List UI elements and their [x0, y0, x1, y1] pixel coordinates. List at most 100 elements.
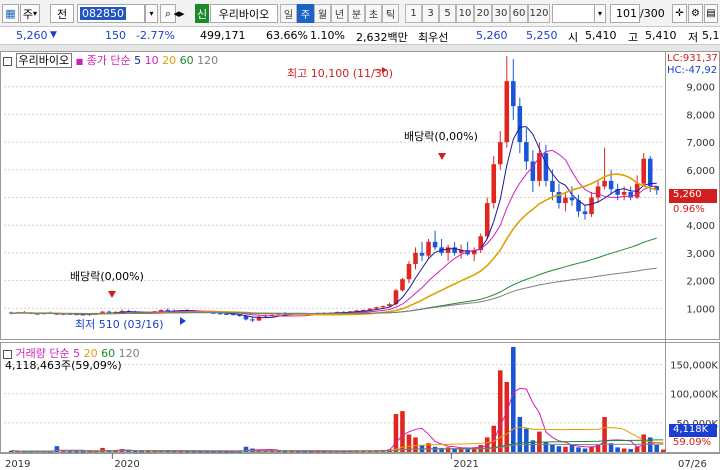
count-input[interactable]: 101 [610, 4, 640, 23]
x-tick-label: 2021 [453, 459, 478, 470]
volume-tick-label: 100,000K [670, 390, 718, 401]
ma-5: 5 [134, 54, 142, 67]
quote-high-label: 고 [628, 31, 639, 44]
settings-icon[interactable]: ⚙ [688, 4, 703, 23]
quote-amount: 2,632백만 [356, 31, 408, 44]
quote-flag: 최우선 [418, 31, 449, 44]
code-input-value: 082850 [80, 7, 126, 20]
price-tick-label: 9,000 [686, 83, 715, 94]
high-annotation: 최고 10,100 (11/30) [287, 67, 394, 80]
volume-bar [113, 451, 118, 453]
volume-bar [132, 451, 138, 453]
volume-bar [628, 449, 633, 452]
volume-bar [504, 382, 510, 452]
volume-bar [511, 347, 516, 452]
price-tick-label: 1,000 [686, 304, 715, 315]
quote-ask: 5,260 [476, 29, 508, 42]
prev-next-icon[interactable]: ◂▸ [166, 4, 192, 23]
price-panel-legend: 우리바이오 ■ 종가 단순 5 10 20 60 120 [3, 52, 218, 68]
period-year[interactable]: 년 [331, 4, 348, 23]
grid-icon[interactable]: ▦ [2, 4, 19, 23]
interval-30[interactable]: 30 [492, 4, 510, 23]
code-dropdown-chevron-icon[interactable]: ▾ [145, 4, 158, 23]
candle-body [367, 308, 373, 310]
quote-open-label: 시 [568, 31, 579, 44]
interval-3[interactable]: 3 [422, 4, 439, 23]
dividend-arrow-1-icon [108, 291, 116, 298]
count-total: /300 [640, 7, 665, 20]
crosshair-icon[interactable]: ✛ [672, 4, 687, 23]
candle-body [217, 313, 223, 315]
market-select[interactable]: 주 ▾ [20, 4, 40, 23]
ma-label: 종가 단순 [86, 54, 131, 67]
volume-bar [621, 448, 627, 452]
price-panel-title[interactable]: 우리바이오 [15, 53, 73, 68]
volume-bar [543, 441, 549, 452]
volume-bar [100, 447, 105, 452]
price-tick-label: 7,000 [686, 138, 715, 149]
quote-volume: 499,171 [200, 29, 246, 42]
interval-5[interactable]: 5 [439, 4, 456, 23]
volume-bar [634, 446, 640, 452]
price-panel-frame [0, 51, 720, 340]
candle-body [243, 316, 249, 320]
quote-open: 5,410 [585, 29, 617, 42]
volume-bar [393, 414, 399, 452]
market-select-value: 주 [22, 7, 34, 21]
volume-bar [400, 411, 405, 452]
interval-60[interactable]: 60 [510, 4, 528, 23]
candle-body [602, 180, 607, 187]
volume-bar [563, 446, 568, 452]
volume-bar [524, 428, 529, 452]
code-input[interactable]: 082850 [77, 4, 145, 23]
ma-60: 60 [179, 54, 194, 67]
candle-body [556, 191, 562, 204]
candle-body [165, 309, 171, 311]
candle-body [647, 158, 653, 187]
candle-body [608, 180, 614, 190]
interval-1[interactable]: 1 [405, 4, 422, 23]
dividend-annotation-2: 배당락(0,00%) [404, 130, 478, 143]
quote-volume-ratio: 63.66% [266, 29, 308, 42]
candle-body [563, 197, 568, 204]
interval-10[interactable]: 10 [456, 4, 474, 23]
volume-bar [589, 446, 594, 452]
volume-bar [497, 370, 503, 452]
period-second[interactable]: 초 [365, 4, 382, 23]
quote-high: 5,410 [645, 29, 677, 42]
layout-icon[interactable]: ▤ [704, 4, 718, 23]
period-month[interactable]: 월 [314, 4, 331, 23]
price-tick-label: 8,000 [686, 110, 715, 121]
interval-20[interactable]: 20 [474, 4, 492, 23]
price-tick-label: 2,000 [686, 277, 715, 288]
panel-menu-icon[interactable] [3, 56, 12, 66]
volume-bar [67, 451, 73, 453]
candle-body [374, 307, 379, 309]
chart-area[interactable]: 1,0002,0003,0004,0005,0006,0007,0008,000… [0, 51, 720, 470]
candle-body [524, 142, 529, 162]
x-tick-label: 2020 [114, 459, 139, 470]
price-tick-label: 3,000 [686, 249, 715, 260]
quote-low-label: 저 [688, 31, 699, 44]
ma-10: 10 [144, 54, 159, 67]
lc-label: LC:931,37 [667, 53, 718, 64]
candle-body [550, 180, 555, 192]
volume-bar [615, 447, 620, 452]
hc-label: HC:-47,92 [667, 65, 718, 76]
period-tick[interactable]: 틱 [382, 4, 399, 23]
volume-bar [139, 451, 144, 453]
quote-change-rate: -2.77% [136, 29, 175, 42]
period-minute[interactable]: 분 [348, 4, 365, 23]
last-price-tag: 5,260 [669, 189, 717, 203]
price-tick-label: 4,000 [686, 221, 715, 232]
candle-body [224, 313, 229, 315]
candle-body [400, 279, 405, 291]
volume-bar [550, 445, 555, 452]
period-day[interactable]: 일 [280, 4, 297, 23]
interval-dropdown-chevron-icon[interactable]: ▾ [594, 4, 606, 23]
interval-120[interactable]: 120 [528, 4, 550, 23]
volume-bar [74, 451, 79, 453]
candle-body [582, 211, 588, 215]
price-tick-label: 6,000 [686, 166, 715, 177]
period-week[interactable]: 주 [297, 4, 314, 23]
